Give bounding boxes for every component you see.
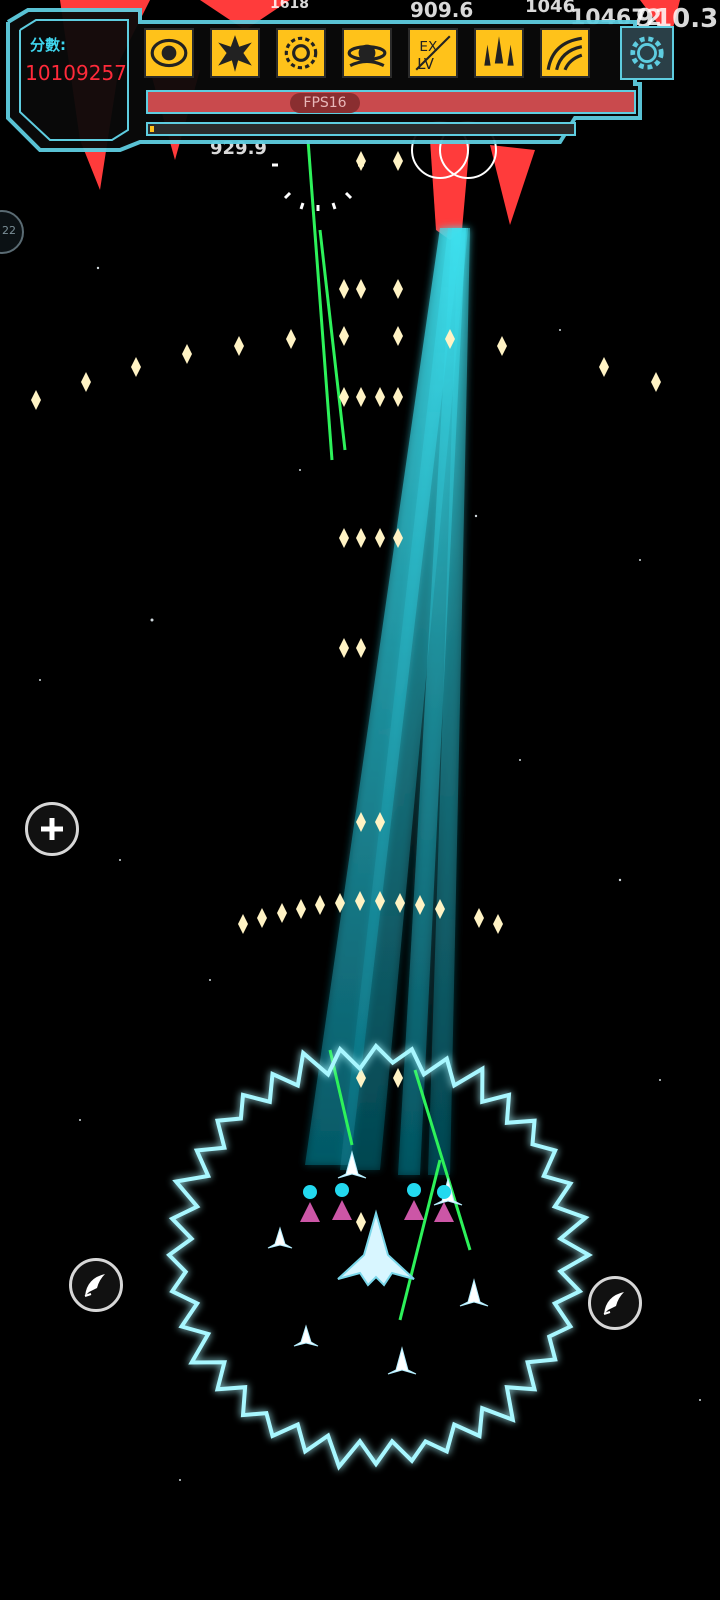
top-hud: 分數: 10109257 EX LV FPS16 [0, 0, 720, 160]
bullet [393, 1068, 403, 1088]
missile-icon [603, 1292, 624, 1315]
eye-skill-icon [150, 38, 188, 68]
skill-button-planet[interactable] [342, 28, 392, 78]
gear-icon [630, 36, 664, 70]
bullet [497, 336, 507, 356]
skill-button-triple-missile[interactable] [474, 28, 524, 78]
settings-button[interactable] [620, 26, 674, 80]
bullet [296, 899, 306, 919]
bullet [356, 1212, 366, 1232]
experience-bar [146, 122, 576, 136]
bullet [257, 908, 267, 928]
bullet [31, 390, 41, 410]
bullet [356, 528, 366, 548]
burst-skill-icon [218, 35, 252, 72]
bullet [131, 357, 141, 377]
skill-button-eye[interactable] [144, 28, 194, 78]
bullet [393, 279, 403, 299]
bullet [356, 638, 366, 658]
bullet [234, 336, 244, 356]
bullet [339, 279, 349, 299]
bullet [474, 908, 484, 928]
experience-fill [150, 126, 155, 132]
bullet [356, 279, 366, 299]
svg-text:LV: LV [417, 56, 434, 73]
bullet [375, 528, 385, 548]
bullet [238, 914, 248, 934]
planet-skill-icon [347, 44, 387, 68]
add-button[interactable] [25, 802, 79, 856]
bullet [651, 372, 661, 392]
bullet [356, 387, 366, 407]
right-skill-button[interactable] [588, 1276, 642, 1330]
game-scene[interactable] [0, 0, 720, 1600]
score-label: 分數: [30, 36, 66, 54]
bullet [339, 528, 349, 548]
skill-button-wave[interactable] [540, 28, 590, 78]
bullet [493, 914, 503, 934]
left-skill-button[interactable] [69, 1258, 123, 1312]
bullet [315, 895, 325, 915]
bullet [81, 372, 91, 392]
score-value: 10109257 [25, 61, 127, 85]
health-bar [146, 90, 636, 114]
gear-burst-skill-icon [284, 36, 318, 70]
bullet [339, 326, 349, 346]
ex-level-skill-icon: EXLV [415, 35, 451, 73]
bullet [182, 344, 192, 364]
bullet [339, 638, 349, 658]
fps-counter: FPS16 [290, 93, 360, 113]
skill-button-ex-level[interactable]: EX LV [408, 28, 458, 78]
bullet [599, 357, 609, 377]
bullet [393, 326, 403, 346]
player-ship[interactable] [337, 1209, 415, 1287]
side-badge-text: 22 [2, 224, 16, 237]
bullet [393, 387, 403, 407]
skill-button-gear-burst[interactable] [276, 28, 326, 78]
triple-missile-skill-icon [484, 36, 514, 66]
missile-icon [84, 1274, 105, 1297]
wave-skill-icon [546, 36, 583, 71]
plus-icon [41, 818, 63, 840]
bullet [375, 387, 385, 407]
bullet [277, 903, 287, 923]
bullet [286, 329, 296, 349]
laser-beams [305, 228, 470, 1175]
skill-button-burst[interactable] [210, 28, 260, 78]
